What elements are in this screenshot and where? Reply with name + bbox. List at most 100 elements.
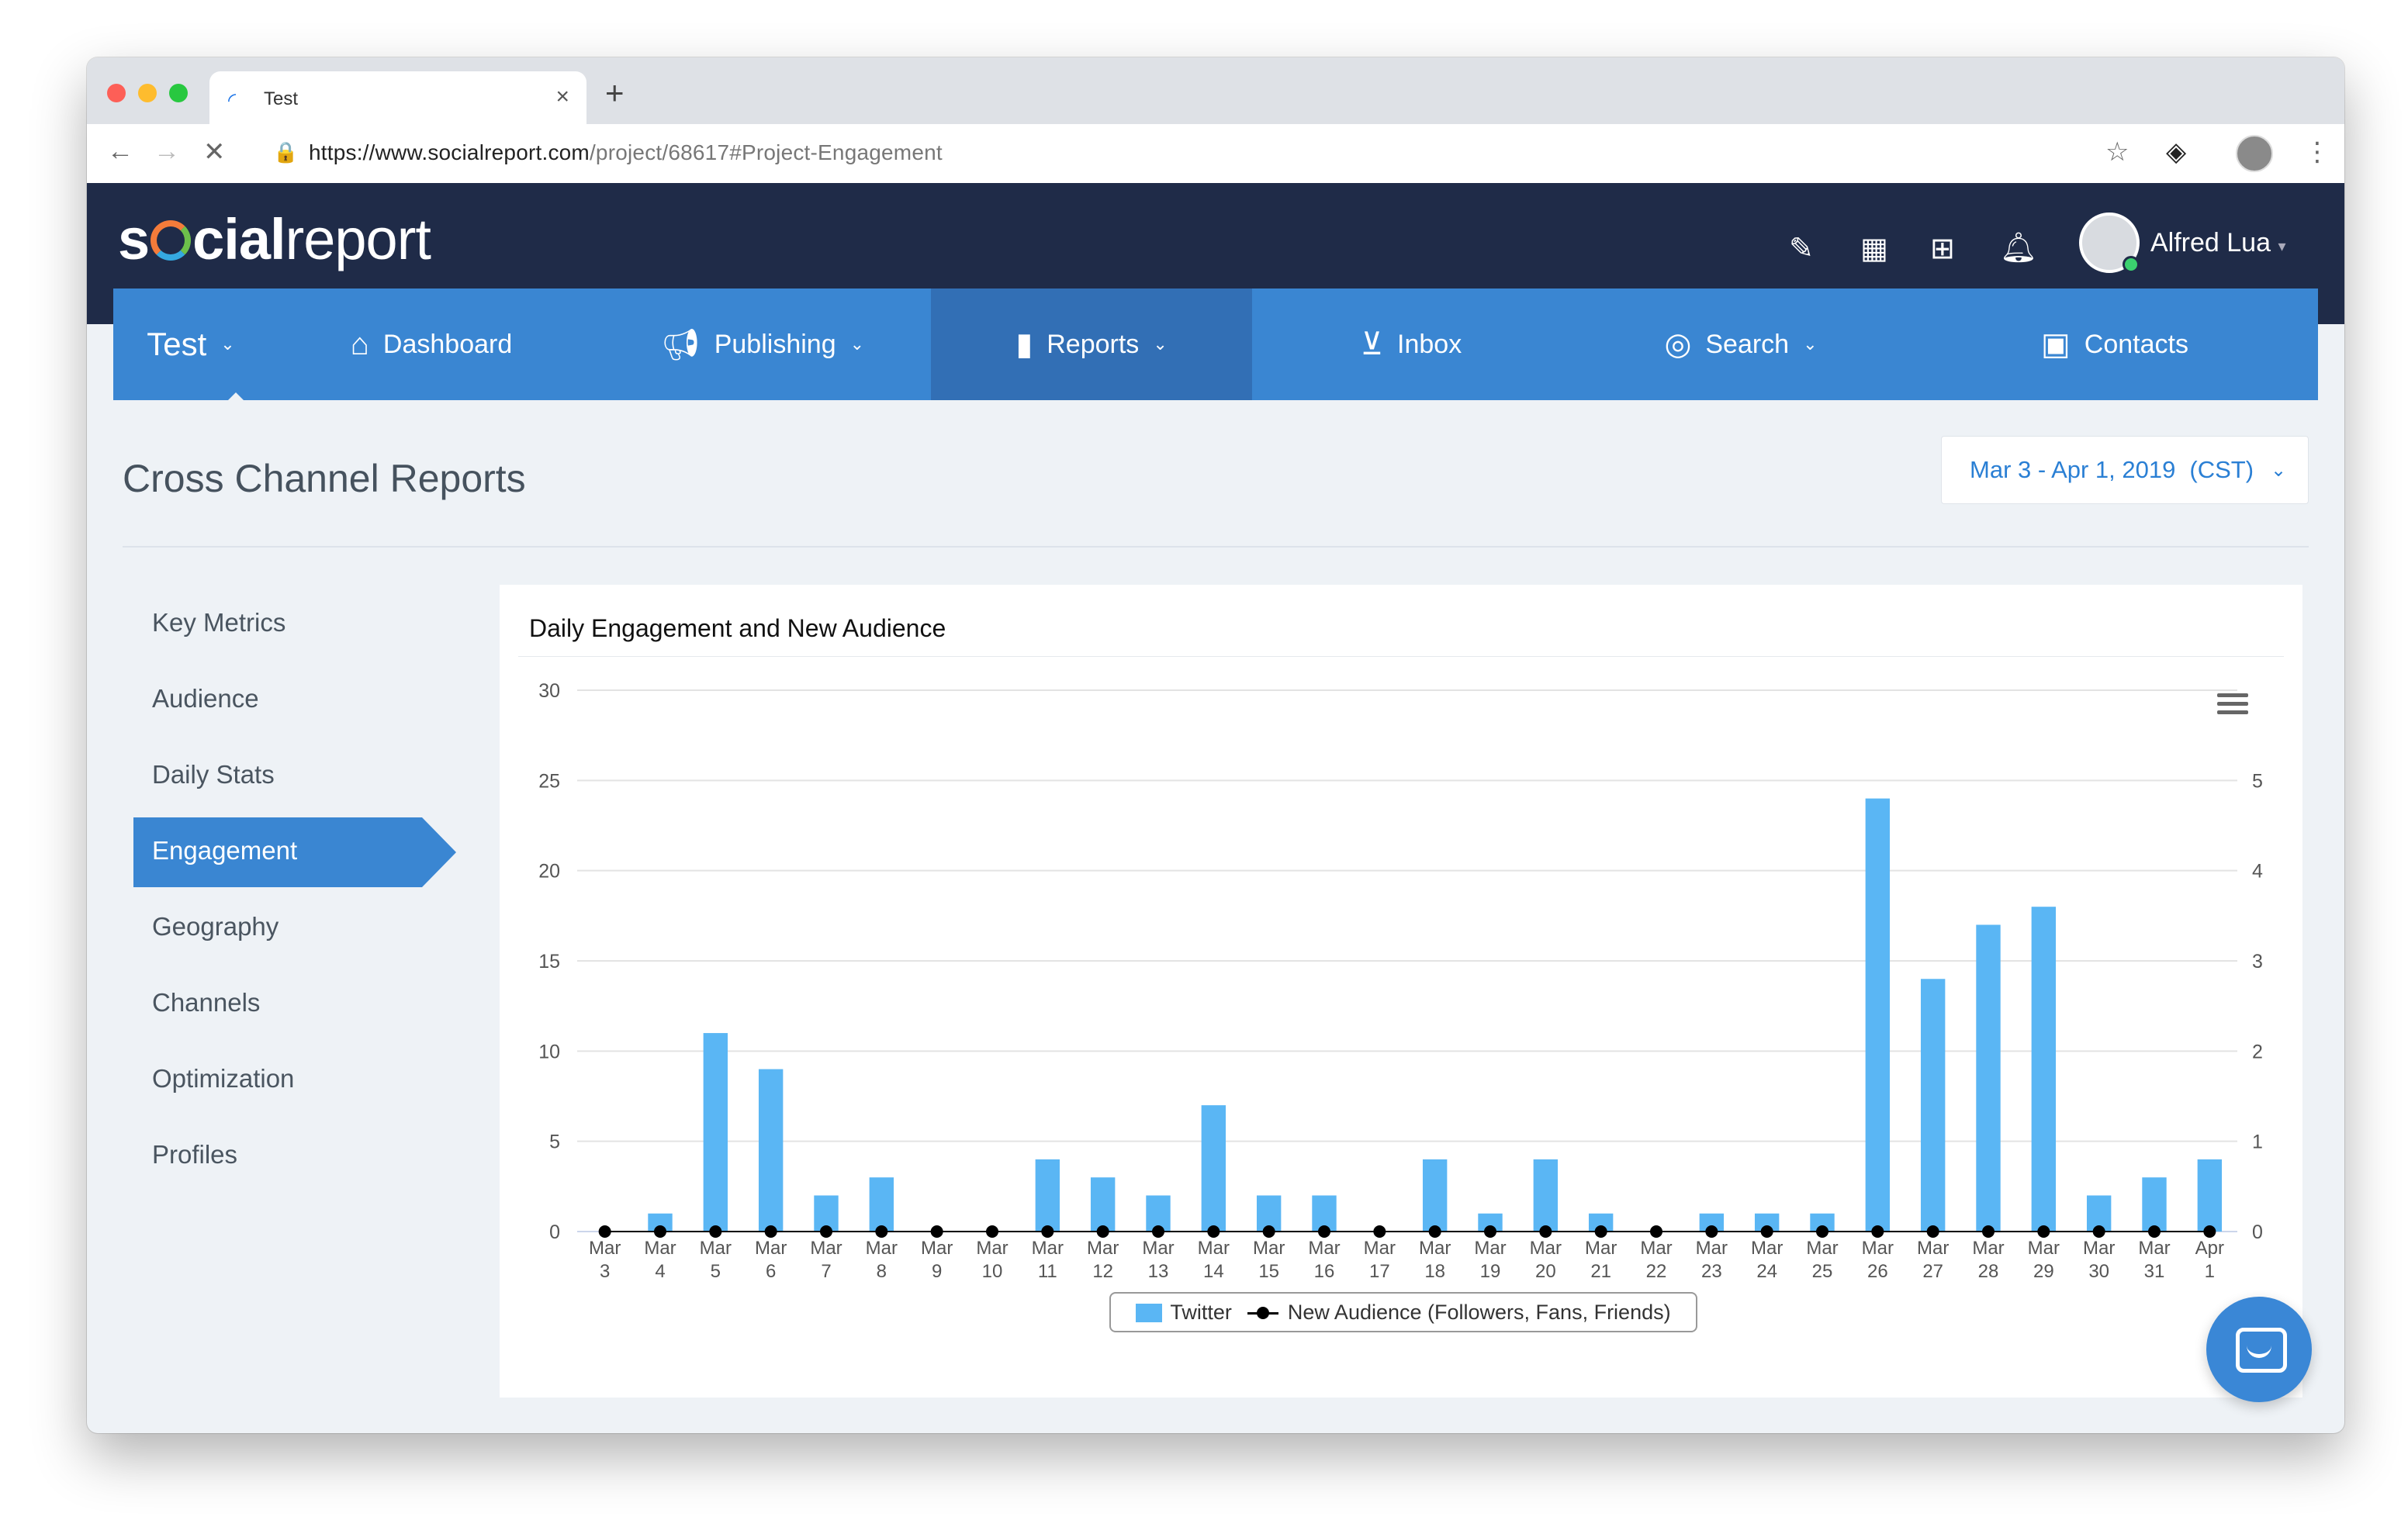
zoom-window-button[interactable] [169,84,188,102]
date-range-picker[interactable]: Mar 3 - Apr 1, 2019 (CST) ⌄ [1941,436,2309,504]
x-tick-label-month: Mar [1696,1238,1728,1259]
bar-twitter [1865,798,1891,1232]
nav-item-dashboard[interactable]: ⌂ Dashboard [268,288,594,400]
x-tick-label-month: Mar [810,1238,842,1259]
stop-loading-icon[interactable]: ✕ [203,136,226,168]
x-tick-label-day: 13 [1148,1261,1169,1282]
x-tick-label-month: Mar [2138,1238,2170,1259]
bar-chart-icon: ▮ [1015,327,1033,361]
point-new-audience [1152,1225,1164,1238]
y-left-tick-label: 0 [549,1221,560,1243]
project-selector[interactable]: Test ⌄ [113,288,268,400]
y-left-tick-label: 15 [538,951,560,973]
point-new-audience [1926,1225,1939,1238]
x-tick-label-day: 24 [1756,1261,1777,1282]
x-tick-label-day: 18 [1424,1261,1445,1282]
bookmark-star-icon[interactable]: ☆ [2105,136,2129,168]
bar-twitter [1920,979,1946,1232]
point-new-audience [2203,1225,2216,1238]
point-new-audience [1373,1225,1386,1238]
legend-label: Twitter [1170,1300,1232,1324]
point-new-audience [709,1225,722,1238]
x-tick-label-month: Mar [1585,1238,1617,1259]
point-new-audience [1594,1225,1607,1238]
loading-spinner-icon: ◜ [228,88,237,112]
x-tick-label-month: Mar [1806,1238,1838,1259]
nav-item-publishing[interactable]: 📢︎ Publishing ⌄ [594,288,931,400]
legend-item-twitter[interactable]: Twitter [1136,1301,1232,1325]
sidebar-item-channels[interactable]: Channels [133,965,459,1041]
point-new-audience [1262,1225,1275,1238]
chevron-down-icon: ⌄ [220,334,235,354]
avatar[interactable] [2079,212,2140,273]
back-arrow-icon[interactable]: ← [107,136,133,167]
socialreport-logo[interactable]: s cialreport [118,206,431,272]
logo-text-report: report [285,207,431,271]
bar-twitter [1976,924,2001,1232]
point-new-audience [1539,1225,1552,1238]
point-new-audience [930,1225,943,1238]
bar-twitter [1090,1177,1116,1232]
chart-menu-icon[interactable] [2217,693,2248,721]
sidebar-item-key-metrics[interactable]: Key Metrics [133,585,459,661]
sidebar-item-label: Profiles [152,1140,238,1169]
main-nav: Test ⌄ ⌂ Dashboard 📢︎ Publishing ⌄ ▮ Reports ⌄… [113,288,2318,400]
nav-item-inbox[interactable]: ⊻ Inbox [1252,288,1570,400]
browser-menu-icon[interactable]: ⋮ [2304,136,2330,168]
address-bar[interactable]: https://www.socialreport.com/project/686… [309,140,943,165]
x-tick-label-month: Mar [866,1238,898,1259]
x-tick-label-month: Mar [1032,1238,1064,1259]
page-title: Cross Channel Reports [123,457,526,500]
x-tick-label-month: Mar [1972,1238,2004,1259]
tab-title: Test [264,88,299,109]
sidebar-item-label: Key Metrics [152,608,286,637]
x-tick-label-day: 12 [1092,1261,1113,1282]
sidebar-item-profiles[interactable]: Profiles [133,1117,459,1193]
point-new-audience [2037,1225,2050,1238]
sidebar-item-engagement[interactable]: Engagement [133,813,459,889]
bar-twitter [869,1177,894,1232]
forward-arrow-icon[interactable]: → [154,136,180,167]
x-tick-label-day: 14 [1203,1261,1224,1282]
calendar-icon[interactable]: ▦ [1860,231,1888,266]
browser-profile-avatar[interactable] [2236,135,2273,172]
chevron-down-icon: ⌄ [1153,334,1168,354]
x-tick-label-day: 6 [766,1261,776,1282]
point-new-audience [820,1225,832,1238]
x-tick-label-day: 20 [1535,1261,1556,1282]
bar-twitter [703,1033,728,1232]
new-tab-button[interactable]: + [605,74,624,112]
bell-icon[interactable]: 🔔︎ [2000,231,2037,265]
tab-strip: ◜ Test × + [87,57,2344,124]
sidebar-item-daily-stats[interactable]: Daily Stats [133,737,459,813]
legend-item-new-audience[interactable]: New Audience (Followers, Fans, Friends) [1247,1301,1671,1325]
x-tick-label-day: 16 [1314,1261,1335,1282]
sidebar-item-optimization[interactable]: Optimization [133,1041,459,1117]
logo-ring-icon [150,220,192,261]
sidebar-item-audience[interactable]: Audience [133,661,459,737]
point-new-audience [598,1225,611,1238]
x-tick-label-day: 1 [2205,1261,2215,1282]
compose-icon[interactable]: ✎ [1789,231,1814,266]
timezone-value: (CST) [2189,456,2254,483]
user-menu[interactable]: Alfred Lua ▾ [2150,228,2286,258]
close-window-button[interactable] [107,84,126,102]
nav-item-search[interactable]: ◎ Search ⌄ [1570,288,1912,400]
minimize-window-button[interactable] [138,84,157,102]
y-left-tick-label: 10 [538,1041,560,1062]
x-tick-label-day: 31 [2144,1261,2165,1282]
nav-item-contacts[interactable]: ▣ Contacts [1912,288,2318,400]
chart-legend: Twitter New Audience (Followers, Fans, F… [1109,1292,1697,1332]
chevron-down-icon: ▾ [2278,238,2286,255]
chat-launcher-button[interactable] [2206,1297,2312,1402]
nav-item-reports[interactable]: ▮ Reports ⌄ [931,288,1252,400]
chevron-down-icon: ⌄ [2271,459,2287,481]
add-square-icon[interactable]: ⊞ [1930,231,1955,266]
close-tab-icon[interactable]: × [555,84,569,110]
nav-label: Dashboard [382,329,513,359]
y-right-tick-label: 4 [2252,861,2263,883]
bar-twitter [2142,1177,2167,1232]
sidebar-item-geography[interactable]: Geography [133,889,459,965]
browser-tab[interactable]: ◜ Test × [209,71,586,124]
extension-layers-icon[interactable]: ◈ [2166,136,2186,168]
